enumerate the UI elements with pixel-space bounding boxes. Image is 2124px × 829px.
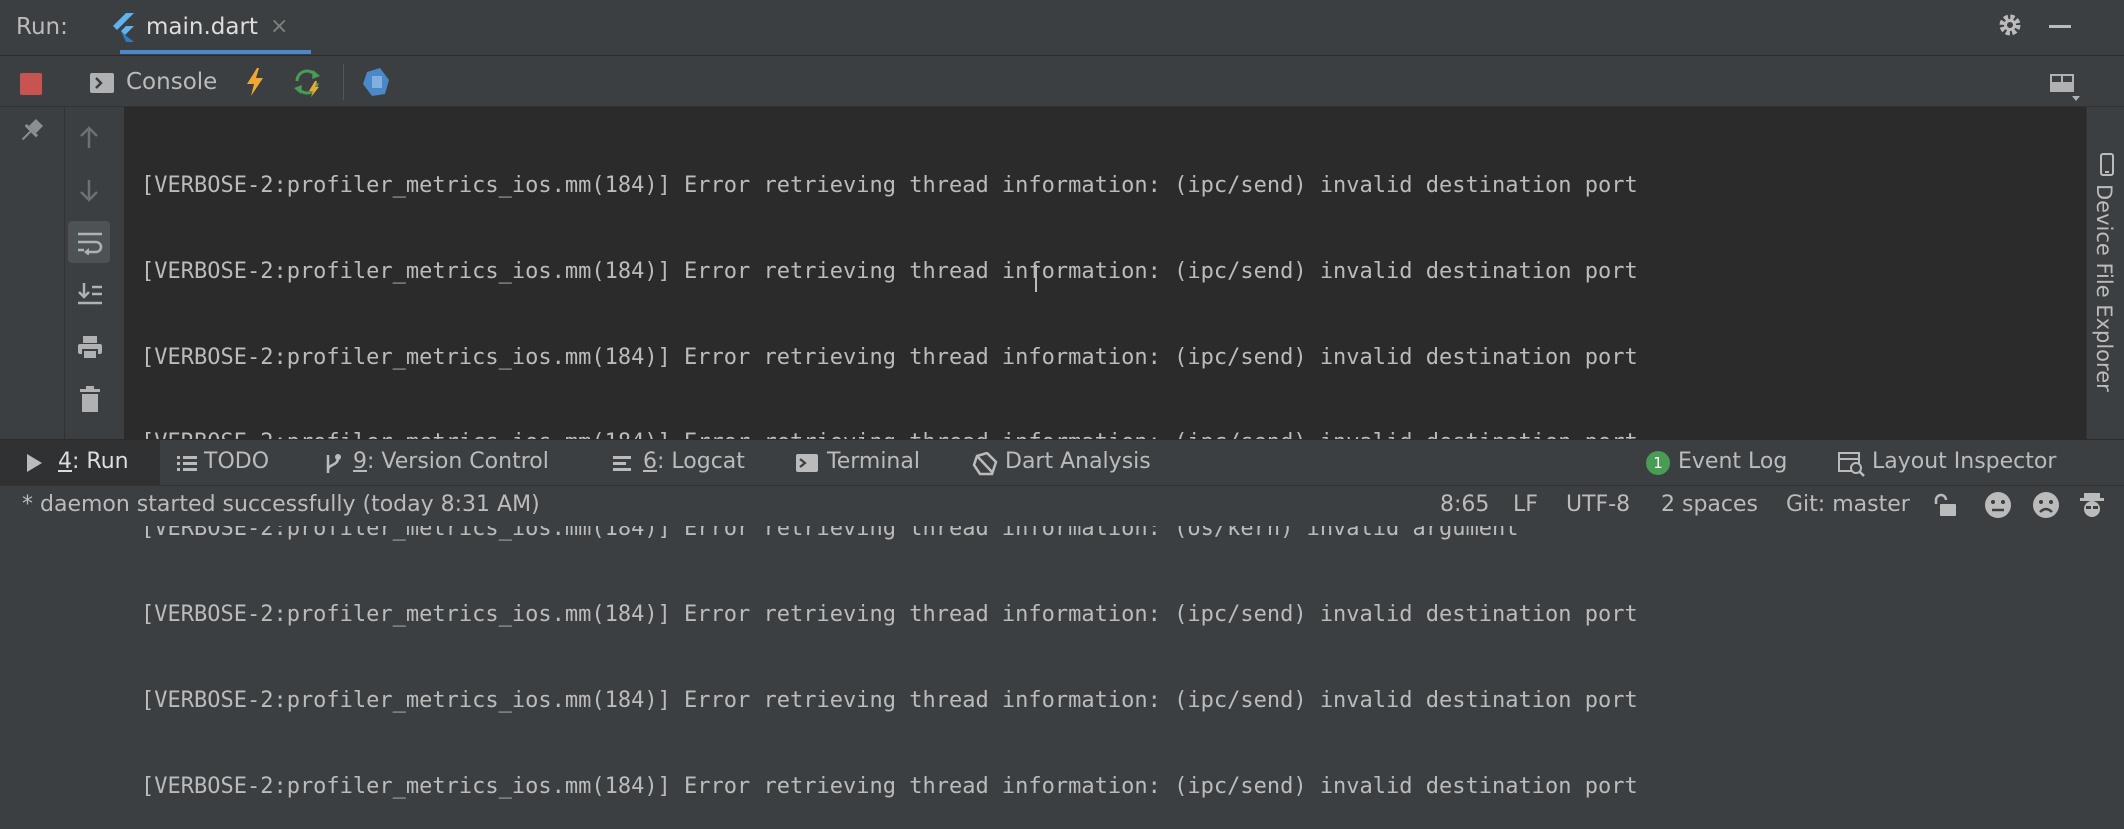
tab-run-label: : Run: [72, 449, 129, 474]
tab-terminal[interactable]: Terminal: [827, 449, 920, 474]
face-icon[interactable]: [2031, 490, 2061, 520]
left-action-strip: [0, 107, 64, 439]
caret-position[interactable]: 8:65: [1440, 492, 1489, 517]
face-icon[interactable]: [1983, 490, 2013, 520]
tab-todo[interactable]: TODO: [204, 449, 269, 474]
text-caret: [1035, 265, 1037, 292]
event-count-badge: 1: [1646, 451, 1670, 475]
terminal-icon[interactable]: [795, 452, 819, 474]
tab-run[interactable]: 4: Run: [58, 449, 129, 474]
tab-version-control[interactable]: 9: Version Control: [353, 449, 549, 474]
soft-wrap-icon[interactable]: [76, 229, 104, 255]
tab-vc-num: 9: [353, 449, 367, 474]
tab-dart-analysis[interactable]: Dart Analysis: [1005, 449, 1151, 474]
console-tab-label[interactable]: Console: [126, 69, 217, 95]
toolbar-separator: [343, 64, 344, 100]
log-line: [VERBOSE-2:profiler_metrics_ios.mm(184)]…: [141, 258, 1638, 284]
indent-setting[interactable]: 2 spaces: [1661, 492, 1758, 517]
log-line: [VERBOSE-2:profiler_metrics_ios.mm(184)]…: [141, 687, 1638, 713]
console-icon[interactable]: [89, 72, 115, 94]
log-line: [VERBOSE-2:profiler_metrics_ios.mm(184)]…: [141, 773, 1638, 799]
tab-event-log[interactable]: Event Log: [1678, 449, 1787, 474]
logcat-icon[interactable]: [612, 453, 634, 473]
tab-logcat-label: : Logcat: [657, 449, 745, 474]
run-icon[interactable]: [24, 452, 44, 474]
tab-run-num: 4: [58, 449, 72, 474]
gear-icon[interactable]: [1997, 11, 2023, 39]
scroll-to-end-icon[interactable]: [76, 281, 104, 307]
log-line: [VERBOSE-2:profiler_metrics_ios.mm(184)]…: [141, 601, 1638, 627]
log-line: [VERBOSE-2:profiler_metrics_ios.mm(184)]…: [141, 173, 1638, 198]
devtools-icon[interactable]: [361, 67, 391, 97]
git-branch[interactable]: Git: master: [1786, 492, 1910, 517]
hector-icon[interactable]: [2077, 490, 2107, 520]
device-file-explorer-tab[interactable]: Device File Explorer: [2092, 184, 2116, 392]
minimize-icon[interactable]: [2049, 25, 2071, 28]
scroll-down-icon[interactable]: [76, 178, 102, 204]
tab-title[interactable]: main.dart: [146, 14, 258, 40]
dart-icon[interactable]: [972, 452, 998, 476]
stop-icon[interactable]: [20, 73, 42, 95]
inspector-icon[interactable]: [1837, 451, 1865, 477]
todo-icon[interactable]: [176, 453, 198, 473]
tab-vc-label: : Version Control: [367, 449, 549, 474]
layout-icon[interactable]: [2048, 70, 2082, 102]
run-label: Run:: [16, 14, 68, 40]
lock-icon[interactable]: [1932, 492, 1958, 518]
tab-layout-inspector[interactable]: Layout Inspector: [1872, 449, 2056, 474]
run-tool-window-header: [0, 0, 2124, 56]
print-icon[interactable]: [76, 334, 104, 360]
line-separator[interactable]: LF: [1513, 492, 1538, 517]
device-icon: [2098, 153, 2116, 177]
scroll-up-icon[interactable]: [76, 124, 102, 150]
tab-logcat-num: 6: [643, 449, 657, 474]
status-message[interactable]: * daemon started successfully (today 8:3…: [22, 492, 540, 517]
log-line: [VERBOSE-2:profiler_metrics_ios.mm(184)]…: [141, 344, 1638, 370]
vcs-icon[interactable]: [322, 452, 344, 476]
pin-icon[interactable]: [16, 116, 46, 146]
hot-restart-icon[interactable]: [293, 67, 325, 97]
hot-reload-icon[interactable]: [244, 67, 266, 97]
close-icon[interactable]: ×: [270, 14, 288, 39]
trash-icon[interactable]: [78, 385, 102, 413]
tab-logcat[interactable]: 6: Logcat: [643, 449, 745, 474]
tab-active-indicator: [120, 50, 311, 54]
flutter-icon: [110, 12, 136, 42]
file-encoding[interactable]: UTF-8: [1566, 492, 1630, 517]
